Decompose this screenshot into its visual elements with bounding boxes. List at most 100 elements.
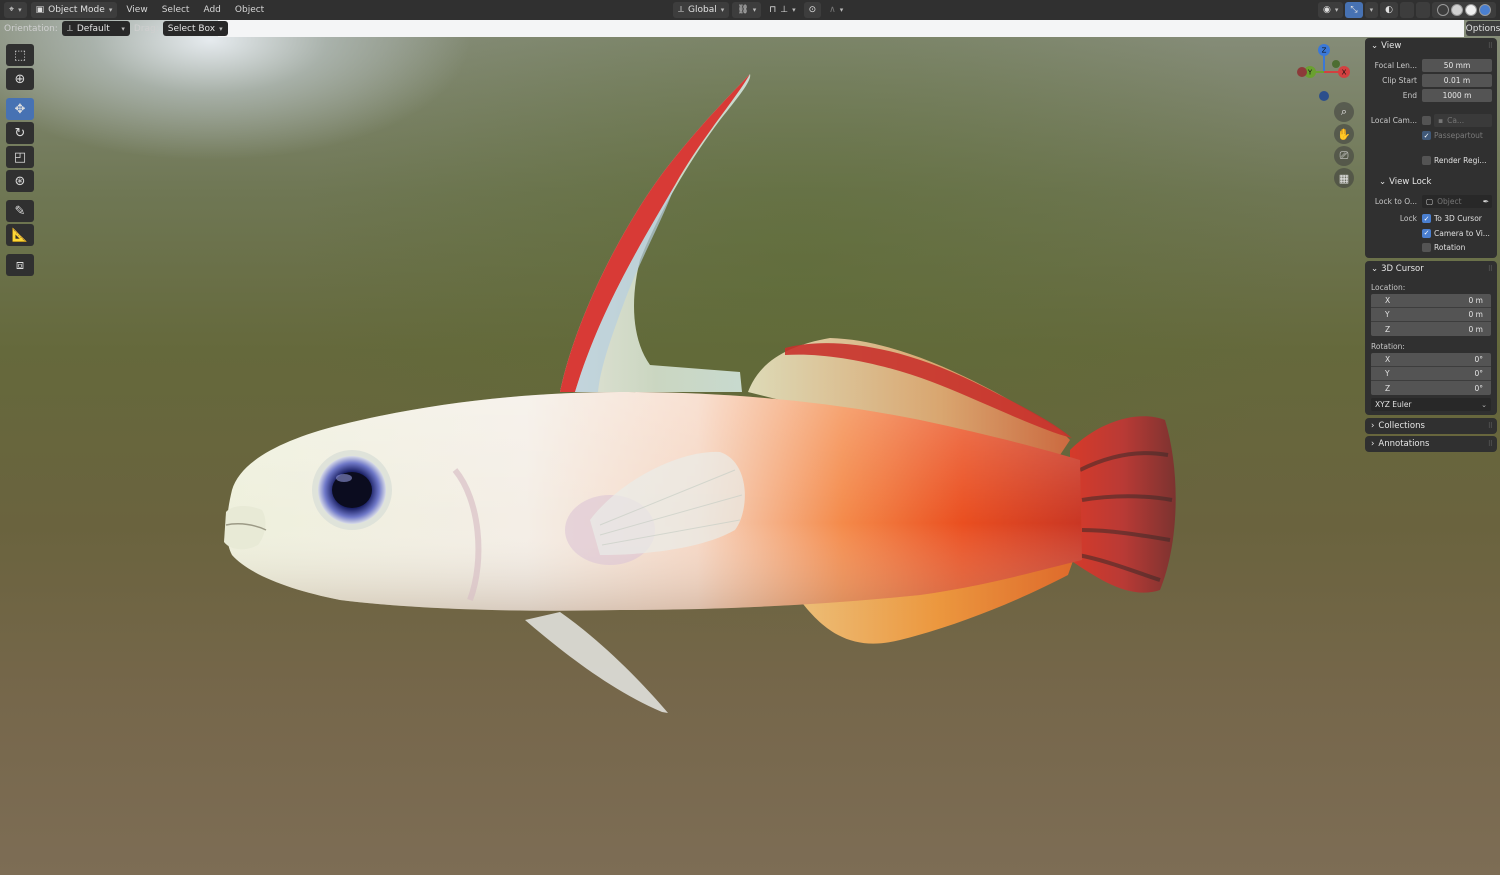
select-box-tool[interactable]: ⬚ [6,44,34,66]
menu-object[interactable]: Object [230,5,269,15]
orientation-label: Global [688,5,717,15]
navigation-gizmo[interactable]: Z X Y [1296,42,1354,104]
perspective-toggle-button[interactable]: ▦ [1334,168,1354,188]
clip-start-label: Clip Start [1382,76,1417,85]
rendered-shading-icon[interactable] [1479,4,1491,16]
clip-start-field[interactable]: 0.01 m [1422,74,1492,87]
chevron-down-icon: ▾ [108,6,113,14]
xray-toggle[interactable] [1416,2,1430,18]
gizmo-dropdown[interactable]: ▾ [1364,2,1379,18]
render-region-checkbox[interactable] [1422,156,1431,165]
magnifier-icon: ⌕ [1340,105,1348,118]
cursor-tool[interactable]: ⊕ [6,68,34,90]
pencil-icon: ✎ [14,203,26,219]
chevron-down-icon: ▾ [18,6,22,14]
falloff-button[interactable]: ∧ ▾ [824,2,848,18]
location-y-field[interactable]: Y 0 m [1371,308,1491,322]
transform-orientation-select[interactable]: ⟂ Global ▾ [673,2,730,18]
snap-button[interactable]: ⊓ ⊥ ▾ [764,2,800,18]
scale-tool[interactable]: ◰ [6,146,34,168]
visibility-button[interactable]: ◉ ▾ [1318,2,1344,18]
lock-to-object-field[interactable]: ▢ Object ✒ [1422,195,1492,208]
transform-tool[interactable]: ⊛ [6,170,34,192]
add-cube-tool[interactable]: ⧈ [6,254,34,276]
pan-button[interactable]: ✋ [1334,124,1354,144]
chevron-right-icon: › [1371,439,1375,449]
viewport-highlight [218,20,1464,37]
options-button[interactable]: Options [1466,21,1500,36]
menu-select[interactable]: Select [157,5,195,15]
tool-header: Orientation: ⟂ Default ▾ Drag: Select Bo… [0,20,232,37]
lock-label: Lock [1399,214,1417,223]
to-3d-cursor-checkbox[interactable]: ✓ [1422,214,1431,223]
move-tool[interactable]: ✥ [6,98,34,120]
rotation-label: Rotation: [1371,341,1405,351]
chevron-down-icon: ▾ [1369,6,1374,14]
drag-handle-icon[interactable]: ⠿ [1488,265,1493,273]
drag-handle-icon[interactable]: ⠿ [1488,440,1493,448]
rotation-x-field[interactable]: X 0° [1371,353,1491,367]
camera-to-view-label: Camera to Vi... [1434,228,1490,238]
camera-to-view-checkbox[interactable]: ✓ [1422,228,1431,238]
rotation-z-field[interactable]: Z 0° [1371,381,1491,395]
3d-cursor-title: 3D Cursor [1381,264,1424,274]
local-camera-checkbox[interactable] [1422,116,1431,125]
solid-shading-icon[interactable] [1451,4,1463,16]
object-icon: ▢ [1426,197,1434,206]
axis-value: 0° [1474,369,1483,378]
rotation-y-field[interactable]: Y 0° [1371,367,1491,381]
gizmo-neg-y-axis[interactable] [1332,60,1340,68]
mode-select[interactable]: ▣ Object Mode ▾ [30,2,118,18]
annotate-tool[interactable]: ✎ [6,200,34,222]
proportional-edit-button[interactable]: ⊙ [803,2,822,18]
zoom-button[interactable]: ⌕ [1334,102,1354,122]
location-x-field[interactable]: X 0 m [1371,294,1491,308]
location-z-field[interactable]: Z 0 m [1371,322,1491,336]
view-panel: ⌄ View ⠿ Focal Len... 50 mm Clip Start 0… [1365,38,1497,258]
lock-to-object-placeholder: Object [1437,197,1462,206]
grid-icon: ▦ [1338,171,1350,185]
location-label: Location: [1371,282,1406,292]
eyedropper-icon[interactable]: ✒ [1483,197,1489,206]
drag-handle-icon[interactable]: ⠿ [1488,422,1493,430]
orientation-label: Orientation: [4,23,58,34]
3d-viewport[interactable] [0,0,1500,875]
gizmo-neg-x-axis[interactable] [1297,67,1307,77]
chevron-down-icon: ▾ [219,24,223,33]
3d-cursor-header[interactable]: ⌄ 3D Cursor ⠿ [1365,261,1497,277]
gizmo-neg-z-axis[interactable] [1319,91,1329,101]
orientation-select[interactable]: ⟂ Default ▾ [61,21,130,36]
clip-end-field[interactable]: 1000 m [1422,89,1492,102]
overlay-toggle[interactable]: ◐ [1380,2,1398,18]
focal-length-field[interactable]: 50 mm [1422,59,1492,72]
editor-type-button[interactable]: ⌖ ▾ [4,2,27,18]
local-camera-field[interactable]: ▪ Ca... [1434,114,1492,127]
overlay-dropdown[interactable] [1400,2,1414,18]
annotations-title: Annotations [1378,439,1430,449]
menu-view[interactable]: View [121,5,152,15]
annotations-panel[interactable]: › Annotations ⠿ [1365,436,1497,452]
wireframe-shading-icon[interactable] [1437,4,1449,16]
gizmo-toggle[interactable]: ⤡ [1345,2,1363,18]
rotation-mode-select[interactable]: XYZ Euler ⌄ [1371,398,1491,411]
axis-label: X [1385,355,1391,364]
lock-rotation-checkbox[interactable] [1422,242,1431,252]
drag-select[interactable]: Select Box ▾ [162,21,228,36]
measure-tool[interactable]: 📐 [6,224,34,246]
axis-label: Y [1385,310,1390,319]
view-panel-header[interactable]: ⌄ View ⠿ [1365,38,1497,54]
passepartout-label: Passepartout [1434,131,1483,140]
pivot-point-button[interactable]: ⛓ ▾ [732,2,762,18]
drag-handle-icon[interactable]: ⠿ [1488,42,1493,50]
fish-model[interactable] [0,0,1500,875]
camera-view-button[interactable]: ⎚ [1334,146,1354,166]
menu-add[interactable]: Add [198,5,225,15]
passepartout-checkbox[interactable]: ✓ [1422,131,1431,140]
rotate-tool[interactable]: ↻ [6,122,34,144]
local-camera-label: Local Cam... [1370,116,1417,125]
editor-type-icon: ⌖ [9,5,15,15]
material-shading-icon[interactable] [1465,4,1477,16]
view-lock-header[interactable]: ⌄ View Lock [1365,174,1497,190]
collections-panel[interactable]: › Collections ⠿ [1365,418,1497,434]
select-box-icon: ⬚ [13,47,27,63]
